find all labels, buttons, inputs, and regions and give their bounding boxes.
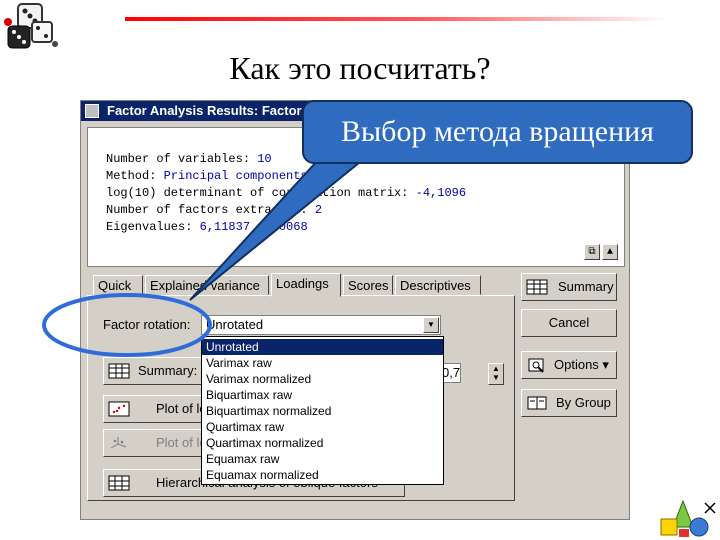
callout-box: Выбор метода вращения: [302, 100, 693, 164]
callout-text: Выбор метода вращения: [341, 115, 654, 148]
callout-pointer: [189, 158, 363, 301]
